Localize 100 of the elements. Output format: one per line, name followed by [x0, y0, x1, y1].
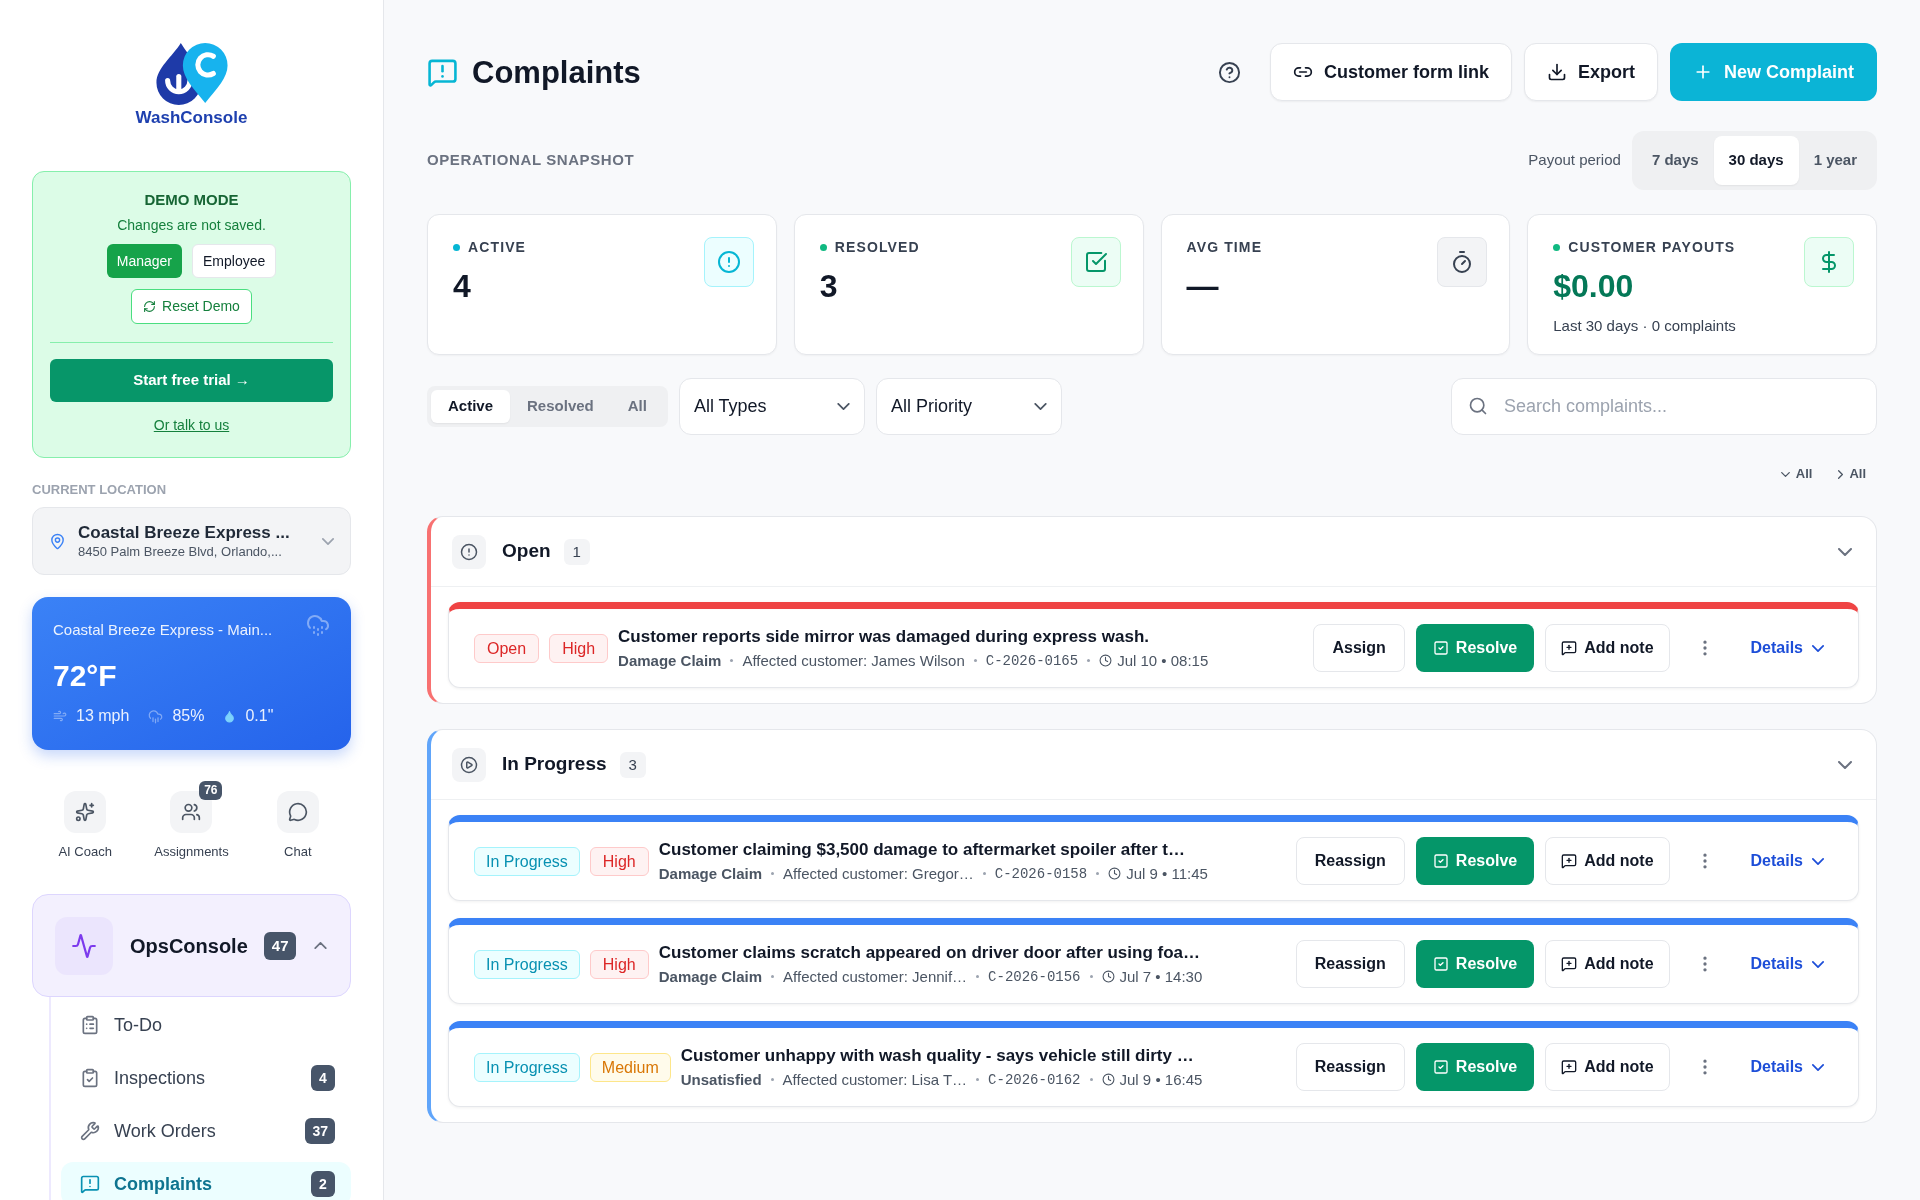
status-tag: Open: [474, 633, 540, 663]
activity-icon: [55, 916, 113, 975]
assign-button[interactable]: Reassign: [1295, 940, 1405, 988]
sparkles-icon: [64, 791, 107, 833]
details-link[interactable]: Details: [1750, 849, 1824, 873]
complaint-id: C-2026-0156: [988, 967, 1081, 987]
chevron-down-icon: [322, 537, 334, 545]
location-address: 8450 Palm Breeze Blvd, Orlando,...: [78, 543, 283, 560]
complaint-title: Customer reports side mirror was damaged during express wash.: [618, 625, 1150, 648]
nav-item[interactable]: Work Orders 37: [61, 1109, 351, 1153]
complaint-title: Customer unhappy with wash quality - says vehicle still dirty …: [680, 1044, 1195, 1067]
search-icon: [1468, 396, 1488, 416]
period-tab[interactable]: 30 days: [1713, 136, 1799, 185]
stat-value: —: [1186, 267, 1219, 305]
complaint-time: Jul 10 • 08:15: [1117, 650, 1209, 671]
stat-label: CUSTOMER PAYOUTS: [1568, 237, 1736, 257]
assign-button[interactable]: Assign: [1313, 624, 1405, 672]
location-label: CURRENT LOCATION: [32, 482, 168, 498]
chevron-right-icon: [1838, 469, 1844, 479]
add-note-button[interactable]: Add note: [1545, 624, 1670, 672]
message-plus-icon: [1561, 1059, 1578, 1075]
details-link[interactable]: Details: [1750, 952, 1824, 976]
chevron-down-icon: [1812, 644, 1824, 652]
chevron-down-icon[interactable]: [1838, 547, 1852, 556]
add-note-button[interactable]: Add note: [1545, 837, 1670, 885]
start-trial-button[interactable]: Start free trial →: [50, 359, 333, 402]
nav-item[interactable]: Complaints 2: [61, 1162, 351, 1200]
customer-form-link-button[interactable]: Customer form link: [1269, 43, 1512, 101]
add-note-button[interactable]: Add note: [1545, 940, 1670, 988]
chevron-down-icon: [1812, 1063, 1824, 1071]
location-select[interactable]: Coastal Breeze Express ... 8450 Palm Breeze Blvd, Orlando,...: [32, 507, 351, 575]
chevron-down-icon: [1812, 960, 1824, 968]
complaint-type: Unsatisfied: [680, 1069, 762, 1090]
message-plus-icon: [1561, 853, 1578, 869]
location-name: Coastal Breeze Express ...: [78, 522, 291, 543]
export-button[interactable]: Export: [1523, 43, 1658, 101]
group-title: Open: [502, 539, 551, 564]
clock-icon: [1099, 654, 1113, 667]
search-field[interactable]: Search complaints...: [1451, 378, 1877, 435]
check-square-icon: [1432, 956, 1449, 972]
period-tab[interactable]: 1 year: [1798, 136, 1872, 185]
count-badge: 2: [311, 1171, 335, 1197]
resolve-button[interactable]: Resolve: [1415, 624, 1535, 672]
filter-tab[interactable]: Resolved: [510, 390, 611, 423]
droplet-icon: [223, 709, 237, 723]
resolve-button[interactable]: Resolve: [1415, 940, 1535, 988]
check-square-icon: [1070, 237, 1121, 287]
role-toggle[interactable]: Employee: [192, 244, 277, 278]
filter-tab[interactable]: Active: [431, 390, 511, 423]
complaint-id: C-2026-0162: [988, 1070, 1081, 1090]
assign-button[interactable]: Reassign: [1295, 837, 1405, 885]
stat-value: 4: [453, 267, 471, 305]
nav-item[interactable]: To-Do: [61, 1003, 351, 1047]
complaint-title: Customer claiming $3,500 damage to aftermarket spoiler after t…: [658, 838, 1186, 861]
talk-to-us-link[interactable]: Or talk to us: [153, 416, 230, 434]
complaint-type: Damage Claim: [658, 966, 763, 987]
clipboard-check-icon: [80, 1068, 100, 1088]
logo-icon: [153, 41, 230, 105]
filter-tab[interactable]: All: [610, 390, 664, 423]
period-tab[interactable]: 7 days: [1636, 136, 1714, 185]
details-link[interactable]: Details: [1750, 1055, 1824, 1079]
stat-value: 3: [819, 267, 838, 305]
complaint-time: Jul 9 • 11:45: [1126, 863, 1208, 884]
clipboard-list-icon: [80, 1015, 100, 1035]
check-square-icon: [1432, 853, 1449, 869]
stat-note: Last 30 days · 0 complaints: [1553, 316, 1736, 336]
chevron-up-icon[interactable]: [314, 942, 328, 949]
add-note-button[interactable]: Add note: [1545, 1043, 1670, 1091]
expand-all-button[interactable]: All: [1780, 466, 1813, 482]
quick-action[interactable]: AI Coach: [32, 791, 139, 860]
resolve-button[interactable]: Resolve: [1415, 837, 1535, 885]
stat-value: $0.00: [1553, 267, 1634, 305]
count-badge: 76: [199, 781, 223, 800]
type-dropdown[interactable]: All Types: [678, 378, 865, 435]
complaint-id: C-2026-0158: [994, 864, 1088, 884]
reset-demo-button[interactable]: Reset Demo: [131, 289, 252, 324]
assign-button[interactable]: Reassign: [1295, 1043, 1405, 1091]
priority-tag: High: [589, 949, 649, 979]
count-badge: 4: [311, 1065, 335, 1091]
help-icon[interactable]: [1217, 60, 1241, 84]
group-title: In Progress: [502, 752, 607, 777]
collapse-all-button[interactable]: All: [1838, 466, 1866, 482]
message-plus-icon: [1561, 956, 1578, 972]
nav-item[interactable]: Inspections 4: [61, 1056, 351, 1100]
status-tag: In Progress: [474, 949, 580, 979]
map-pin-icon: [49, 532, 66, 550]
quick-action[interactable]: Chat: [244, 791, 351, 860]
chat-bubble-icon: [276, 791, 319, 833]
section-heading: OPERATIONAL SNAPSHOT: [427, 150, 635, 171]
section-header[interactable]: OpsConsole 47: [32, 894, 351, 997]
check-square-icon: [1432, 1059, 1449, 1075]
priority-dropdown[interactable]: All Priority: [875, 378, 1062, 435]
complaint-time: Jul 7 • 14:30: [1119, 966, 1203, 987]
chevron-down-icon[interactable]: [1838, 760, 1852, 769]
chevron-down-icon: [1033, 403, 1047, 410]
count-badge: 47: [263, 931, 297, 960]
payout-period-label: Payout period: [1528, 150, 1621, 171]
details-link[interactable]: Details: [1750, 636, 1824, 660]
resolve-button[interactable]: Resolve: [1415, 1043, 1535, 1091]
clock-icon: [1101, 1073, 1115, 1086]
